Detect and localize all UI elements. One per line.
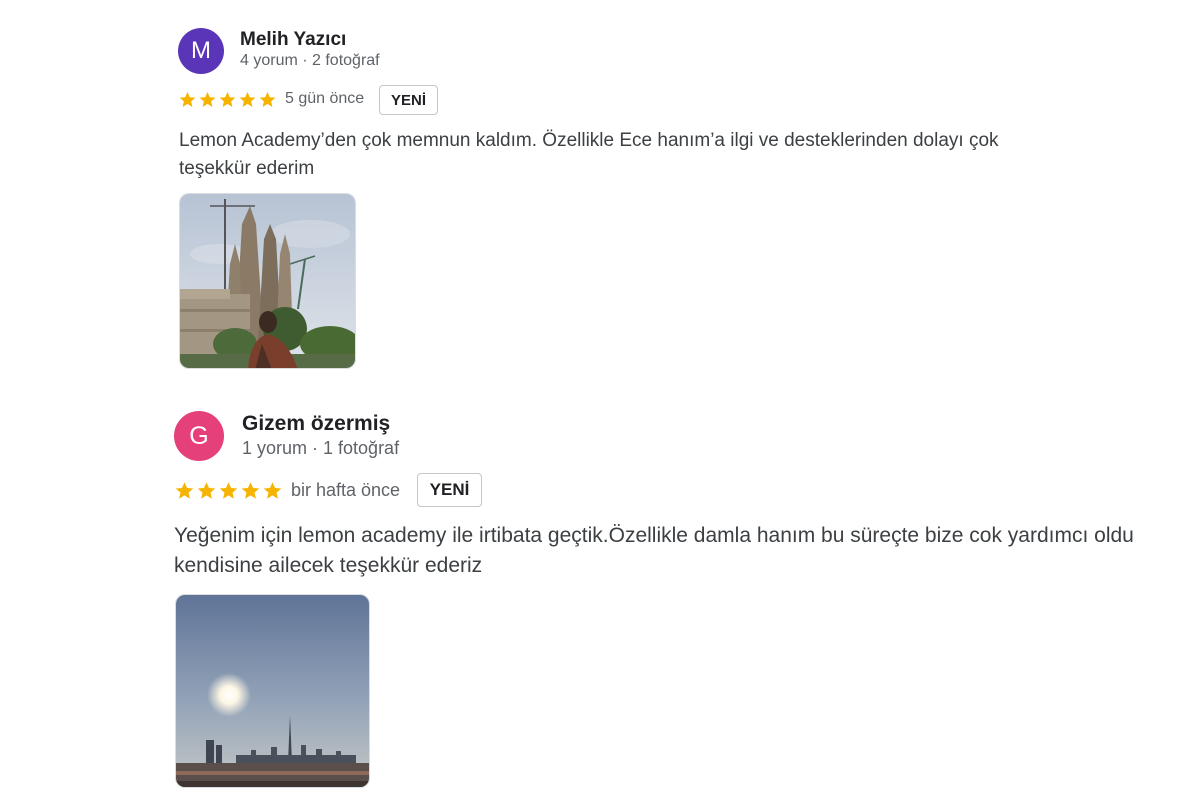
star-icon [239,91,256,107]
new-badge: YENİ [379,85,438,115]
avatar-initial: M [191,37,211,64]
star-icon [175,482,194,499]
review-text: Yeğenim için lemon academy ile irtibata … [174,524,1134,578]
rating-stars [174,480,283,501]
star-icon [179,91,196,107]
new-badge: YENİ [417,473,482,507]
star-icon [199,91,216,107]
reviewer-stats: 1 yorum · 1 fotoğraf [242,438,400,458]
reviewer-avatar[interactable]: G [174,411,224,461]
star-icon [219,482,238,499]
review-photo[interactable] [175,594,370,788]
review-photo[interactable] [179,193,356,369]
star-icon [263,482,282,499]
reviewer-stats: 4 yorum · 2 fotoğraf [240,52,380,69]
star-icon [219,91,236,107]
reviewer-name[interactable]: Melih Yazıcı [240,29,346,51]
review-time: bir hafta önce [291,480,401,500]
skyline-photo-icon [176,595,369,787]
review-text: Lemon Academy’den çok memnun kaldım. Öze… [179,130,999,179]
avatar-initial: G [189,421,209,450]
star-icon [197,482,216,499]
review-time: 5 gün önce [285,90,365,107]
reviewer-name[interactable]: Gizem özermiş [242,412,390,436]
star-icon [259,91,276,107]
reviewer-avatar[interactable]: M [178,28,224,74]
rating-stars [178,90,277,109]
cathedral-photo-icon [180,194,355,368]
star-icon [241,482,260,499]
